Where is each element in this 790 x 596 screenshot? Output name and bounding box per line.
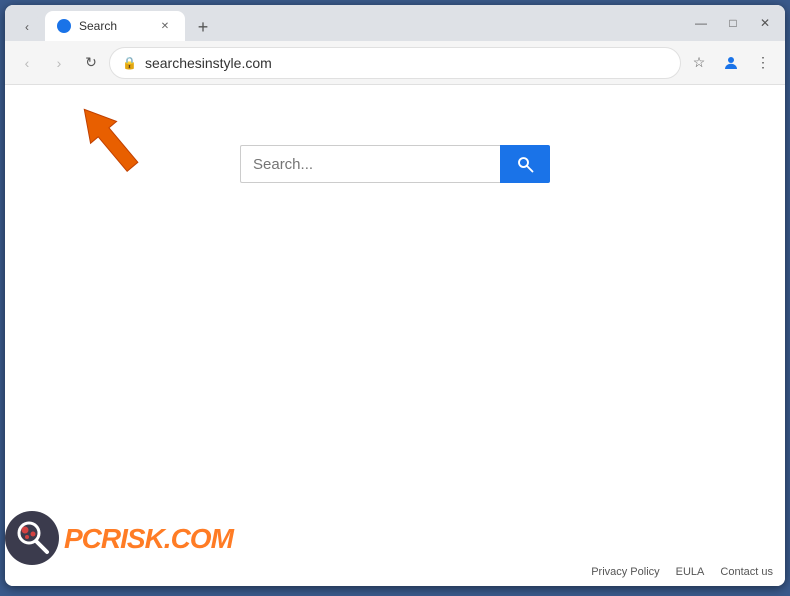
new-tab-button[interactable]: + [189,13,217,41]
address-bar[interactable]: 🔒 searchesinstyle.com [109,47,681,79]
tab-favicon-icon [57,19,71,33]
forward-button[interactable]: › [45,49,73,77]
search-button[interactable] [500,145,550,183]
tab-list-back-button[interactable]: ‹ [13,13,41,41]
page-content: PCrisk.com Privacy Policy EULA Contact u… [5,85,785,586]
profile-button[interactable] [717,49,745,77]
contact-us-link[interactable]: Contact us [720,566,773,578]
eula-link[interactable]: EULA [676,566,705,578]
address-text: searchesinstyle.com [145,55,668,71]
minimize-button[interactable]: — [689,11,713,35]
search-icon [516,155,534,173]
title-bar: ‹ Search ✕ + — □ ✕ [5,5,785,41]
nav-actions: ☆ ⋮ [685,49,777,77]
refresh-button[interactable]: ↻ [77,49,105,77]
pcrisk-text: PCrisk.com [64,523,233,555]
search-container [240,145,550,183]
search-input[interactable] [240,145,500,183]
maximize-button[interactable]: □ [721,11,745,35]
browser-window: ‹ Search ✕ + — □ ✕ ‹ › ↻ 🔒 searchesinsty… [5,5,785,586]
tab-list: ‹ Search ✕ + [13,5,685,41]
arrow-annotation [65,95,155,190]
footer: Privacy Policy EULA Contact us [591,566,773,578]
nav-bar: ‹ › ↻ 🔒 searchesinstyle.com ☆ ⋮ [5,41,785,85]
tab-title-label: Search [79,19,149,33]
menu-button[interactable]: ⋮ [749,49,777,77]
pcrisk-logo-icon [5,511,60,566]
address-security-icon: 🔒 [122,56,137,70]
pcrisk-watermark: PCrisk.com [5,511,233,566]
privacy-policy-link[interactable]: Privacy Policy [591,566,659,578]
back-button[interactable]: ‹ [13,49,41,77]
title-bar-controls: — □ ✕ [689,11,777,35]
close-button[interactable]: ✕ [753,11,777,35]
active-tab[interactable]: Search ✕ [45,11,185,41]
bookmark-button[interactable]: ☆ [685,49,713,77]
tab-close-button[interactable]: ✕ [157,18,173,34]
